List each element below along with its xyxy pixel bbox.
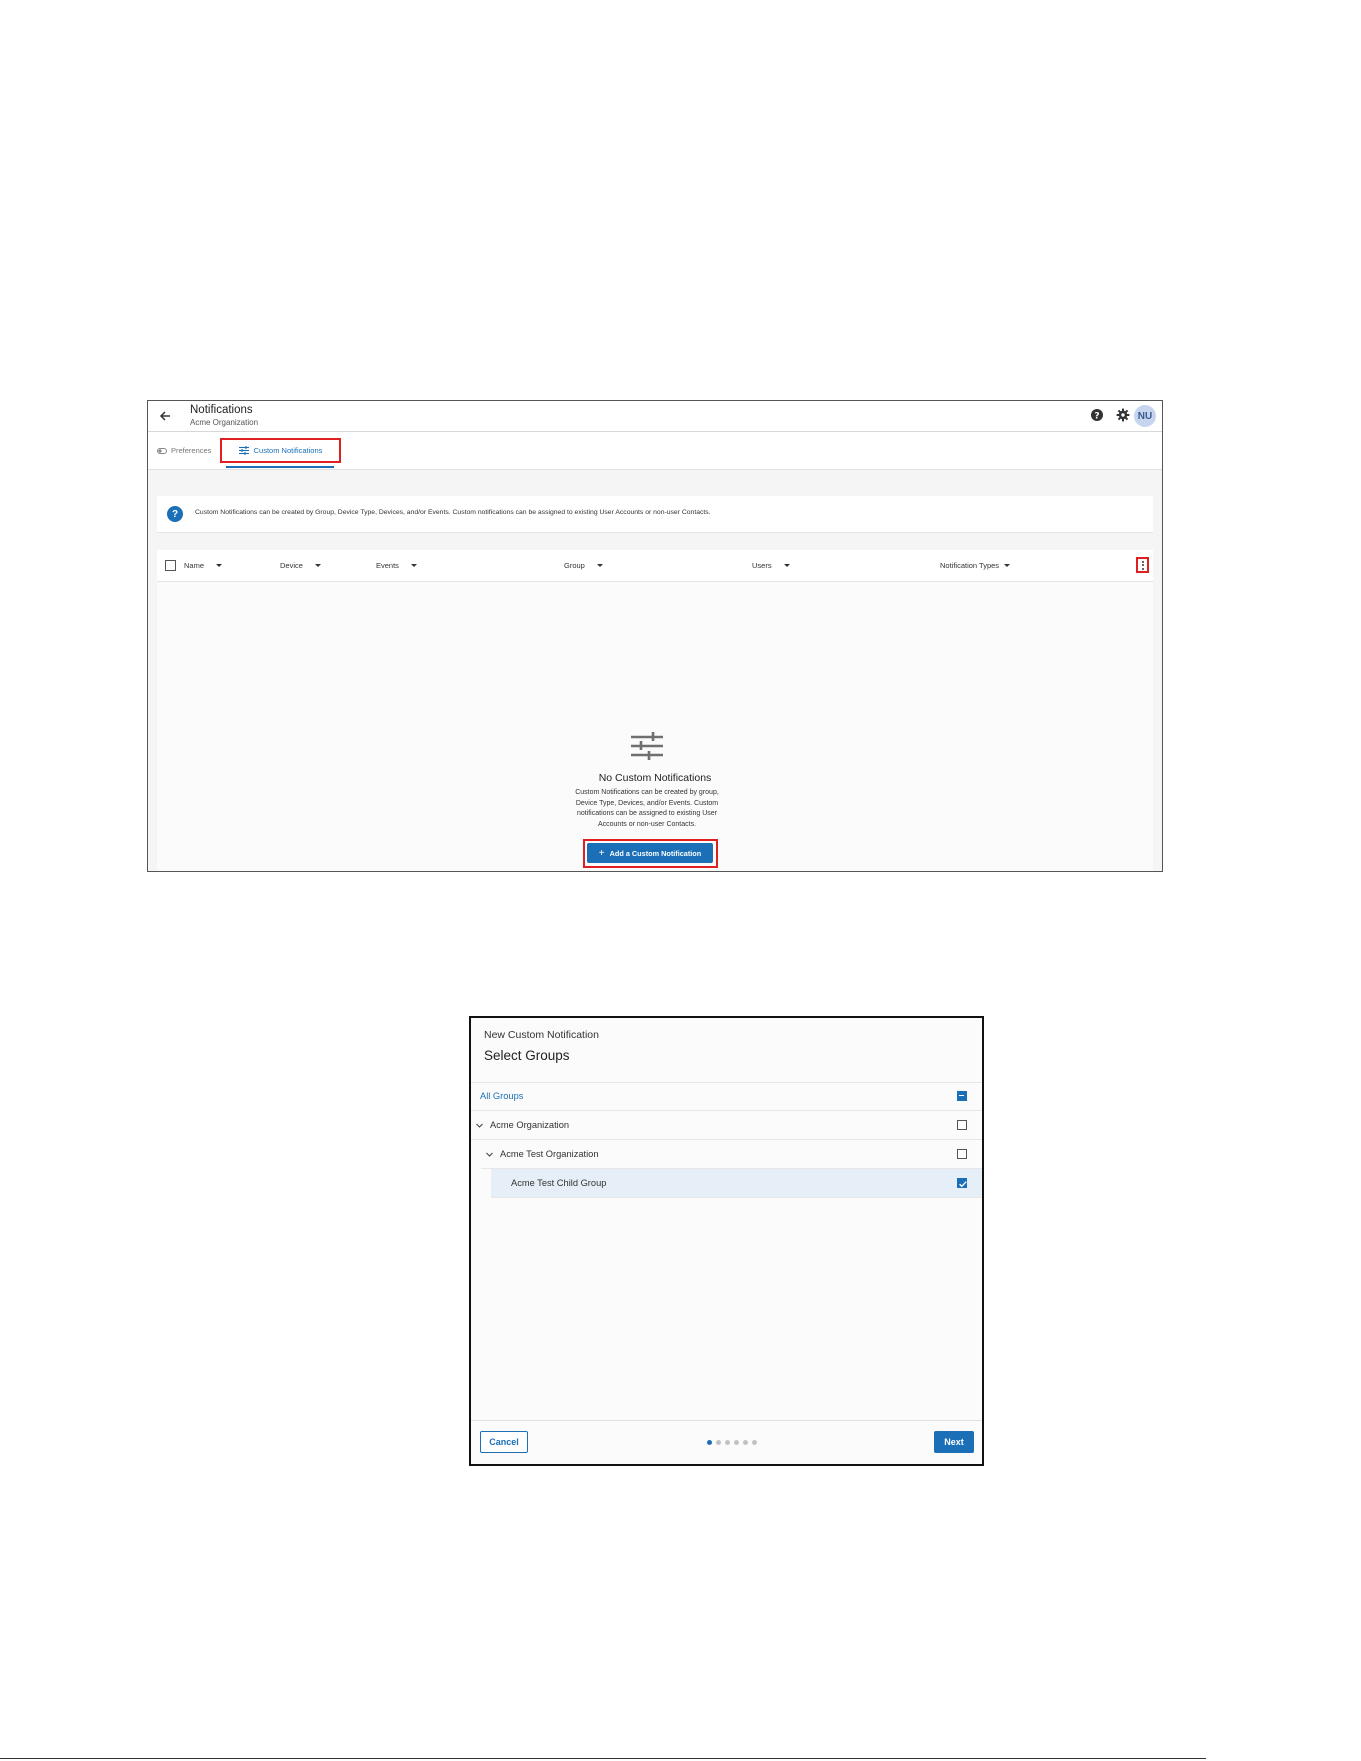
group-label: Acme Test Child Group [511, 1178, 607, 1188]
notifications-table: Name Device Events Group Users Notificat… [157, 550, 1153, 871]
sort-caret-icon [596, 564, 603, 567]
more-options-icon[interactable] [1136, 557, 1149, 573]
group-checkbox-all[interactable] [957, 1091, 967, 1101]
column-events-label: Events [376, 561, 399, 570]
back-arrow-icon[interactable] [158, 409, 172, 423]
tab-custom-notifications-label: Custom Notifications [253, 446, 323, 455]
group-label[interactable]: All Groups [480, 1091, 523, 1101]
page-footer-tick [1194, 1758, 1206, 1759]
column-notification-types[interactable]: Notification Types [940, 561, 1011, 570]
sort-caret-icon [1004, 564, 1011, 567]
page-footer-rule [0, 1758, 1206, 1759]
empty-state-title: No Custom Notifications [598, 772, 712, 784]
step-dot[interactable] [716, 1440, 721, 1445]
column-device-label: Device [280, 561, 303, 570]
column-name-label: Name [184, 561, 205, 570]
group-label: Acme Test Organization [500, 1149, 599, 1159]
column-device[interactable]: Device [280, 561, 321, 570]
step-dot-active[interactable] [707, 1440, 712, 1445]
info-banner: ? Custom Notifications can be created by… [157, 496, 1153, 533]
group-row-all-groups[interactable]: All Groups [471, 1082, 982, 1111]
select-all-checkbox[interactable] [165, 560, 176, 571]
checkmark-icon [959, 1181, 967, 1188]
empty-state-line: Custom Notifications can be created by g… [575, 789, 719, 796]
empty-state-description: Custom Notifications can be created by g… [556, 788, 738, 830]
group-row-acme-test-child-group[interactable]: Acme Test Child Group [491, 1169, 982, 1198]
group-label: Acme Organization [490, 1120, 570, 1130]
column-users[interactable]: Users [752, 561, 790, 570]
plus-icon: + [598, 847, 605, 859]
active-tab-indicator [226, 466, 334, 468]
help-circle-icon: ? [167, 506, 183, 522]
column-group[interactable]: Group [564, 561, 603, 570]
step-dot[interactable] [725, 1440, 730, 1445]
group-checkbox[interactable] [957, 1149, 967, 1159]
column-users-label: Users [752, 561, 772, 570]
add-custom-notification-label: Add a Custom Notification [609, 848, 702, 858]
dialog-header: New Custom Notification Select Groups [471, 1018, 982, 1083]
chevron-down-icon[interactable] [485, 1150, 494, 1159]
avatar[interactable]: NU [1134, 405, 1156, 427]
dialog-overline: New Custom Notification [484, 1029, 599, 1041]
page-subtitle: Acme Organization [190, 418, 259, 427]
group-row-acme-organization[interactable]: Acme Organization [471, 1111, 982, 1140]
column-group-label: Group [564, 561, 585, 570]
group-row-acme-test-organization[interactable]: Acme Test Organization [481, 1140, 982, 1169]
dialog-title: Select Groups [484, 1048, 570, 1063]
next-button[interactable]: Next [934, 1431, 974, 1453]
page-title: Notifications [190, 404, 253, 416]
toggle-icon [157, 447, 167, 454]
tab-custom-notifications[interactable]: Custom Notifications [220, 438, 341, 463]
sort-caret-icon [216, 564, 223, 567]
group-checkbox[interactable] [957, 1120, 967, 1130]
empty-state-line: Accounts or non-user Contacts. [597, 820, 697, 828]
column-notification-types-label: Notification Types [940, 561, 1000, 570]
step-dot[interactable] [752, 1440, 757, 1445]
sort-caret-icon [783, 564, 790, 567]
tab-preferences[interactable]: Preferences [157, 446, 211, 455]
group-checkbox[interactable] [957, 1178, 967, 1188]
tune-icon [631, 732, 663, 760]
info-banner-text: Custom Notifications can be created by G… [195, 509, 711, 516]
dialog-footer: Cancel Next [471, 1420, 982, 1464]
column-events[interactable]: Events [376, 561, 417, 570]
step-dot[interactable] [734, 1440, 739, 1445]
add-custom-notification-button[interactable]: + Add a Custom Notification [587, 843, 713, 863]
gear-icon[interactable] [1116, 408, 1130, 422]
app-header: Notifications Acme Organization ? NU [148, 401, 1162, 432]
svg-text:?: ? [1094, 411, 1099, 421]
sort-caret-icon [410, 564, 417, 567]
chevron-down-icon[interactable] [475, 1121, 484, 1130]
tab-preferences-label: Preferences [171, 446, 212, 455]
column-name[interactable]: Name [184, 561, 223, 570]
sort-caret-icon [314, 564, 321, 567]
tune-icon [238, 446, 249, 455]
cancel-button[interactable]: Cancel [480, 1431, 528, 1453]
step-dot[interactable] [743, 1440, 748, 1445]
table-header: Name Device Events Group Users Notificat… [157, 550, 1153, 582]
notifications-screenshot: Notifications Acme Organization ? NU Pre… [147, 400, 1163, 872]
step-indicator [707, 1440, 757, 1445]
empty-state-line: notifications can be assigned to existin… [576, 810, 718, 817]
empty-state-line: Device Type, Devices, and/or Events. Cus… [575, 799, 719, 807]
select-groups-dialog: New Custom Notification Select Groups Al… [469, 1016, 984, 1466]
tab-bar: Preferences Custom Notifications [148, 432, 1162, 470]
help-icon[interactable]: ? [1090, 408, 1104, 422]
